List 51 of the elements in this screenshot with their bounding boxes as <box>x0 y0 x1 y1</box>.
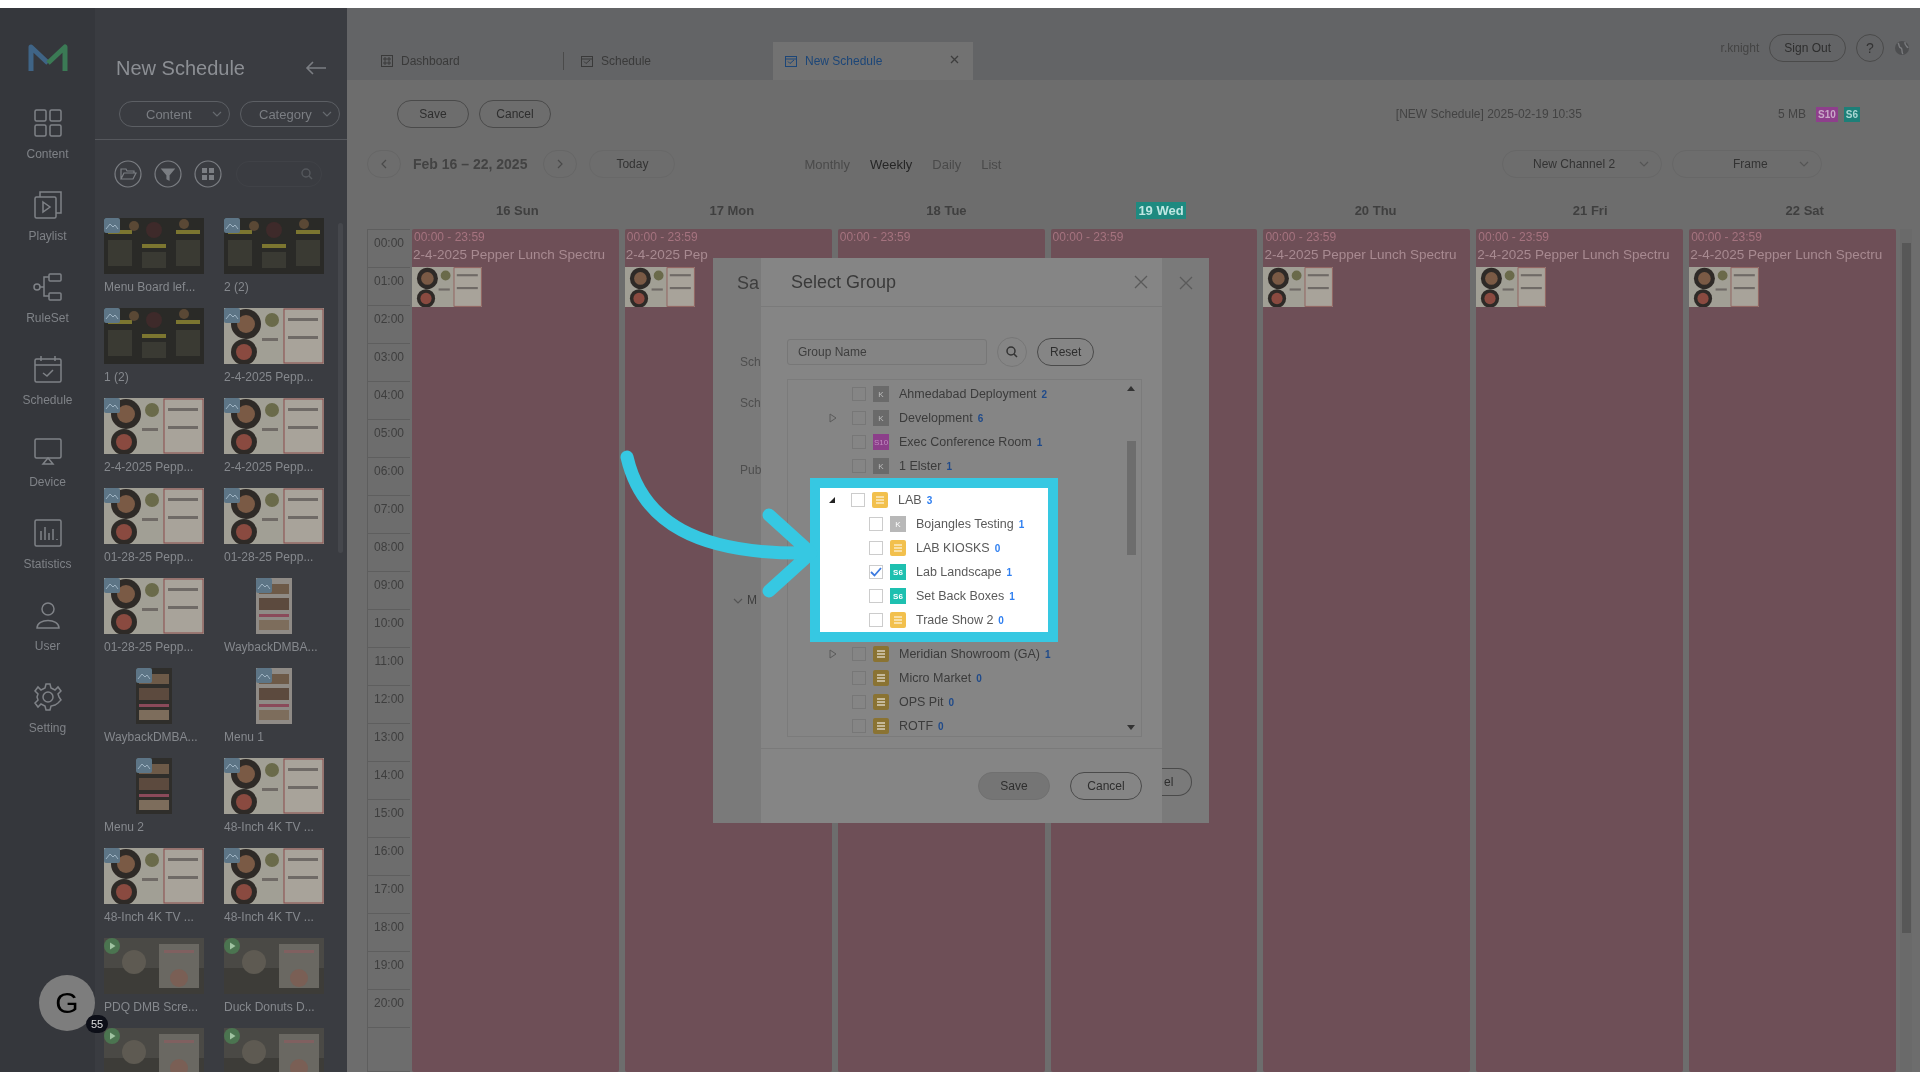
event-title: 2-4-2025 Pepper Lunch Spectru <box>412 246 607 264</box>
device-type-tag: K <box>873 410 889 426</box>
device-count: 3 <box>926 494 933 506</box>
device-count: 1 <box>1036 436 1043 448</box>
event-title: 2-4-2025 Pepper Lunch Spectru <box>1689 246 1884 264</box>
model-tag: S10 <box>1815 106 1838 122</box>
model-tag: S6 <box>1843 106 1860 122</box>
device-type-tag: S6 <box>890 564 906 580</box>
content-name: 01-28-25 Pepp... <box>104 550 194 564</box>
device-count: 2 <box>1041 388 1048 400</box>
content-name: 2-4-2025 Pepp... <box>224 460 314 474</box>
content-name: 2 (2) <box>224 280 249 294</box>
dialog-title: Sa <box>737 273 760 294</box>
device-count: 0 <box>976 672 982 684</box>
content-name: 2-4-2025 Pepp... <box>104 460 194 474</box>
content-name: 2-4-2025 Pepp... <box>224 370 314 384</box>
panel-title: New Schedule <box>116 56 245 80</box>
content-name: Menu Board lef... <box>104 280 196 294</box>
device-type-tag: K <box>873 386 889 402</box>
device-type-tag: K <box>890 516 906 532</box>
event-title: 2-4-2025 Pepper Lunch Spectru <box>1476 246 1671 264</box>
device-count: 0 <box>998 614 1004 626</box>
device-count: 6 <box>977 412 984 424</box>
content-name: 48-Inch 4K TV ... <box>224 910 314 924</box>
content-name: 1 (2) <box>104 370 129 384</box>
content-name: PDQ DMB Scre... <box>104 1000 198 1014</box>
device-count: 1 <box>1009 590 1015 602</box>
device-count: 1 <box>1045 648 1051 660</box>
device-type-tag: S6 <box>890 588 906 604</box>
content-name: WaybackDMBA... <box>224 640 318 654</box>
device-count: 0 <box>948 696 955 708</box>
content-name: 01-28-25 Pepp... <box>104 640 194 654</box>
event-title: 2-4-2025 Pep <box>624 246 709 264</box>
content-name: 48-Inch 4K TV ... <box>104 910 194 924</box>
device-type-tag: K <box>873 458 889 474</box>
section-label: M <box>747 593 757 607</box>
event-title: 2-4-2025 Pepper Lunch Spectru <box>1263 246 1458 264</box>
device-count: 0 <box>938 720 944 732</box>
device-type-tag: S10 <box>873 434 889 450</box>
content-name: Menu 2 <box>104 820 145 834</box>
content-name: WaybackDMBA... <box>104 730 198 744</box>
dialog-title: Select Group <box>791 271 897 293</box>
device-count: 1 <box>1006 566 1013 578</box>
content-name: Menu 1 <box>224 730 265 744</box>
content-name: Duck Donuts D... <box>224 1000 315 1014</box>
device-count: 0 <box>994 542 1001 554</box>
content-name: 01-28-25 Pepp... <box>224 550 314 564</box>
device-count: 1 <box>946 460 952 472</box>
content-name: 48-Inch 4K TV ... <box>224 820 314 834</box>
device-count: 1 <box>1018 518 1025 530</box>
day-header: 19 Wed <box>1136 201 1186 219</box>
